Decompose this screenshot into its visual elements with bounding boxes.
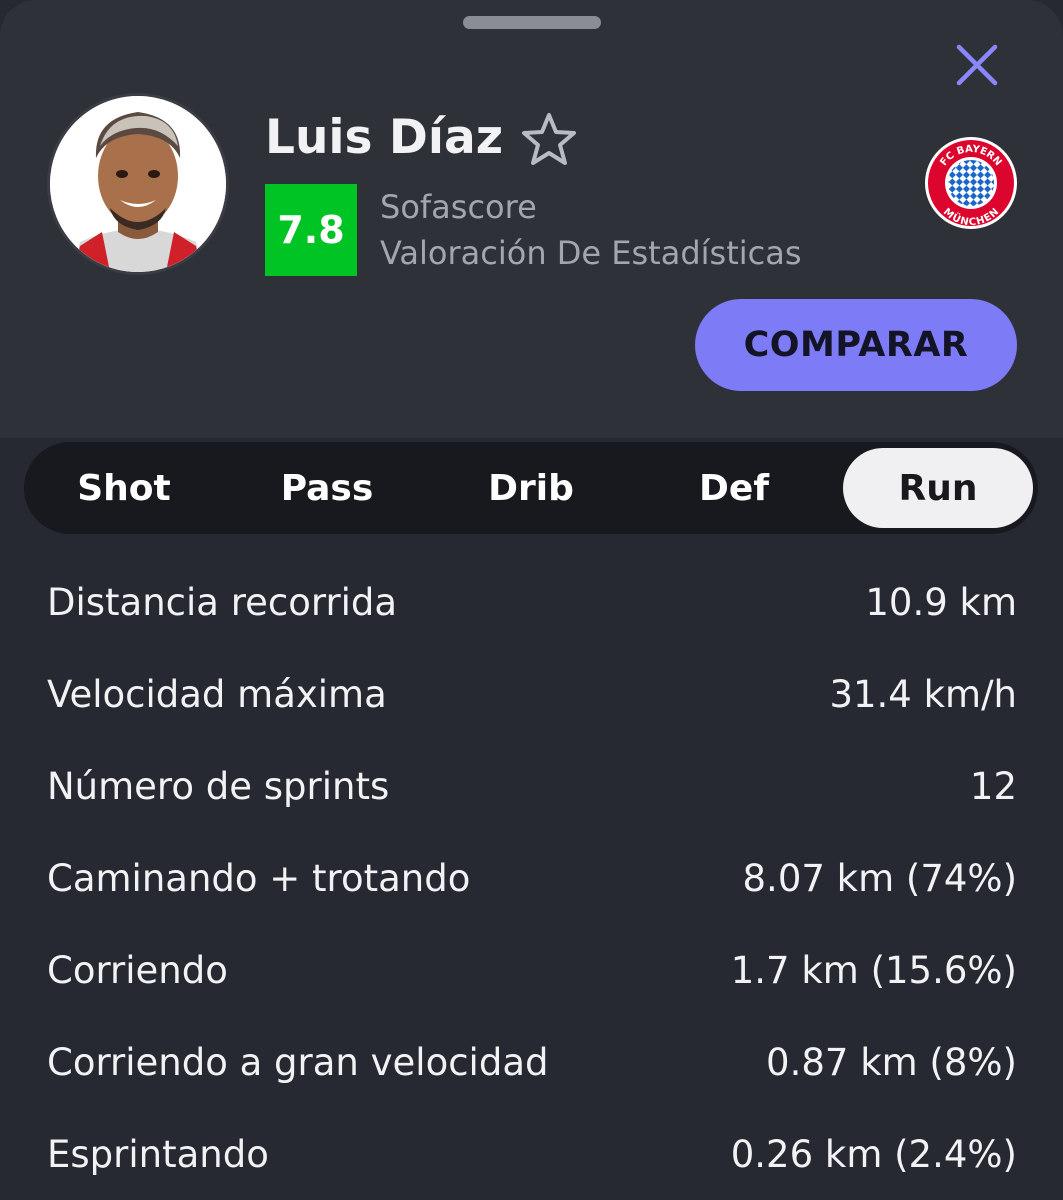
player-header: Luis Díaz 7.8 Sofascore Valoración De Es… [0, 0, 1063, 438]
stat-row-sprinting: Esprintando 0.26 km (2.4%) [0, 1109, 1063, 1200]
stat-label: Distancia recorrida [47, 581, 398, 624]
stat-label: Corriendo [47, 949, 228, 992]
close-button[interactable] [950, 38, 1004, 92]
stat-label: Caminando + trotando [47, 857, 471, 900]
player-stats-sheet: Luis Díaz 7.8 Sofascore Valoración De Es… [0, 0, 1063, 1200]
stat-value: 10.9 km [865, 581, 1017, 624]
stat-row-distance: Distancia recorrida 10.9 km [0, 557, 1063, 649]
stat-category-tabs: Shot Pass Drib Def Run [24, 442, 1038, 534]
club-logo[interactable]: FC BAYERN MÜNCHEN [924, 136, 1018, 230]
drag-handle[interactable] [463, 16, 601, 29]
tab-drib[interactable]: Drib [431, 442, 631, 534]
stat-row-running: Corriendo 1.7 km (15.6%) [0, 925, 1063, 1017]
star-outline-icon [522, 113, 576, 165]
player-avatar [47, 93, 229, 275]
rating-source: Sofascore [380, 188, 537, 226]
tab-def[interactable]: Def [634, 442, 834, 534]
stat-label: Número de sprints [47, 765, 390, 808]
stat-row-high-speed-running: Corriendo a gran velocidad 0.87 km (8%) [0, 1017, 1063, 1109]
stat-value: 12 [969, 765, 1017, 808]
stat-row-walking-jogging: Caminando + trotando 8.07 km (74%) [0, 833, 1063, 925]
close-icon [956, 44, 998, 86]
stat-value: 0.87 km (8%) [766, 1041, 1017, 1084]
stat-value: 1.7 km (15.6%) [730, 949, 1017, 992]
tab-pass[interactable]: Pass [227, 442, 427, 534]
stat-label: Corriendo a gran velocidad [47, 1041, 549, 1084]
compare-button[interactable]: COMPARAR [695, 299, 1017, 391]
tab-shot[interactable]: Shot [24, 442, 224, 534]
tab-run[interactable]: Run [843, 448, 1033, 528]
stat-value: 31.4 km/h [829, 673, 1017, 716]
stat-row-top-speed: Velocidad máxima 31.4 km/h [0, 649, 1063, 741]
stat-label: Esprintando [47, 1133, 269, 1176]
run-stats-list: Distancia recorrida 10.9 km Velocidad má… [0, 557, 1063, 1200]
fc-bayern-logo: FC BAYERN MÜNCHEN [925, 137, 1017, 229]
rating-badge: 7.8 [265, 184, 357, 276]
stat-label: Velocidad máxima [47, 673, 387, 716]
stat-value: 0.26 km (2.4%) [730, 1133, 1017, 1176]
player-name: Luis Díaz [265, 110, 504, 165]
stat-row-sprint-count: Número de sprints 12 [0, 741, 1063, 833]
rating-label: Valoración De Estadísticas [380, 234, 802, 272]
favorite-button[interactable] [516, 108, 582, 170]
stat-value: 8.07 km (74%) [742, 857, 1017, 900]
